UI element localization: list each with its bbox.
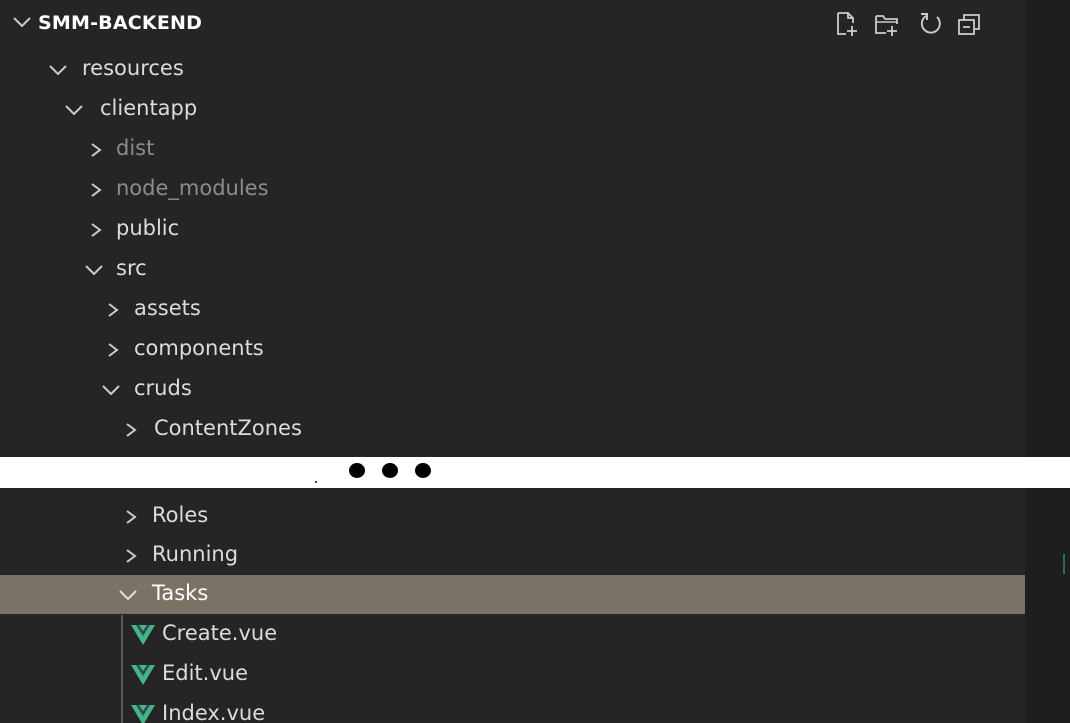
explorer-panel-top: SMM-BACKEND resources clientapp dist nod… <box>0 0 1070 457</box>
tree-item-label: Create.vue <box>162 621 278 645</box>
tree-item-label: ContentZones <box>154 416 302 440</box>
tree-item-clientapp[interactable]: clientapp <box>0 90 1025 130</box>
explorer-panel-bottom: Roles Running Tasks Create.vue Edit.vue … <box>0 488 1070 723</box>
chevron-down-icon <box>119 590 137 601</box>
chevron-down-icon[interactable] <box>12 15 32 29</box>
refresh-icon[interactable] <box>918 11 944 37</box>
chevron-right-icon <box>108 303 119 317</box>
ellipsis-dot <box>382 463 398 478</box>
chevron-right-icon <box>126 510 137 524</box>
new-folder-icon[interactable] <box>874 11 900 37</box>
tree-item-index-vue[interactable]: Index.vue <box>0 695 1025 723</box>
editor-edge <box>1025 488 1070 723</box>
editor-gutter-mark <box>1063 554 1065 574</box>
tree-item-assets[interactable]: assets <box>0 290 1025 330</box>
chevron-down-icon <box>49 65 67 76</box>
tree-item-label: assets <box>134 296 201 320</box>
tree-item-label: Tasks <box>152 581 209 605</box>
chevron-right-icon <box>126 549 137 563</box>
tree-item-running[interactable]: Running <box>0 536 1025 576</box>
tree-item-label: dist <box>116 136 155 160</box>
chevron-right-icon <box>91 223 102 237</box>
tree-item-cruds[interactable]: cruds <box>0 370 1025 410</box>
tree-item-public[interactable]: public <box>0 210 1025 250</box>
chevron-right-icon <box>91 183 102 197</box>
chevron-right-icon <box>91 143 102 157</box>
stray-dot <box>315 481 317 483</box>
chevron-down-icon <box>85 265 103 276</box>
tree-item-label: Index.vue <box>162 701 266 723</box>
tree-item-label: Running <box>152 542 239 566</box>
tree-item-roles[interactable]: Roles <box>0 497 1025 537</box>
tree-item-label: Roles <box>152 503 209 527</box>
tree-item-src[interactable]: src <box>0 250 1025 290</box>
tree-item-label: src <box>116 256 147 280</box>
omitted-section-gap: ••• <box>0 457 1070 488</box>
tree-item-create-vue[interactable]: Create.vue <box>0 615 1025 655</box>
tree-item-label: node_modules <box>116 176 269 200</box>
tree-item-label: components <box>134 336 264 360</box>
ellipsis-dot <box>349 463 365 478</box>
tree-item-label: public <box>116 216 180 240</box>
vue-file-icon <box>131 665 155 685</box>
chevron-down-icon <box>102 385 120 396</box>
tree-item-contentzones[interactable]: ContentZones <box>0 410 1025 450</box>
ellipsis-dot <box>415 463 431 478</box>
collapse-all-icon[interactable] <box>956 11 982 37</box>
tree-item-edit-vue[interactable]: Edit.vue <box>0 655 1025 695</box>
vue-file-icon <box>131 705 155 723</box>
tree-item-dist[interactable]: dist <box>0 130 1025 170</box>
tree-item-label: clientapp <box>100 96 198 120</box>
editor-edge <box>1025 0 1070 457</box>
tree-item-label: cruds <box>134 376 192 400</box>
tree-item-components[interactable]: components <box>0 330 1025 370</box>
new-file-icon[interactable] <box>834 11 860 37</box>
chevron-right-icon <box>108 343 119 357</box>
vue-file-icon <box>131 625 155 645</box>
chevron-right-icon <box>126 423 137 437</box>
editor-gutter-mark <box>1063 580 1065 600</box>
tree-item-label: Edit.vue <box>162 661 248 685</box>
tree-item-label: resources <box>82 56 184 80</box>
tree-item-node-modules[interactable]: node_modules <box>0 170 1025 210</box>
explorer-header[interactable]: SMM-BACKEND <box>0 0 1025 47</box>
tree-item-tasks[interactable]: Tasks <box>0 575 1025 614</box>
chevron-down-icon <box>65 105 83 116</box>
tree-item-resources[interactable]: resources <box>0 50 1025 90</box>
explorer-title: SMM-BACKEND <box>38 12 203 34</box>
